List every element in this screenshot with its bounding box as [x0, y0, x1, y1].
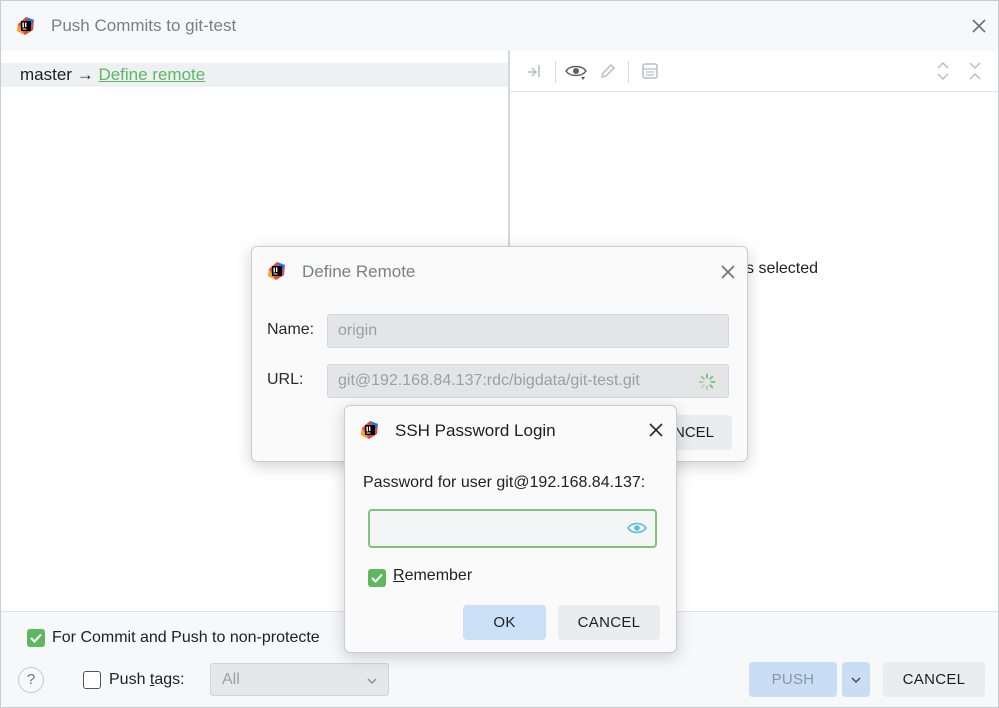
push-tags-label: Push tags:	[109, 671, 185, 688]
commits-selected-status: its selected	[738, 260, 819, 277]
edit-pencil-icon[interactable]	[598, 61, 618, 81]
branch-row[interactable]: master → Define remote	[1, 63, 509, 87]
branch-arrow: →	[76, 65, 94, 84]
close-icon[interactable]	[647, 421, 665, 439]
push-tags-checkbox[interactable]	[83, 671, 101, 689]
remember-label: Remember	[393, 567, 473, 584]
intellij-logo-icon	[267, 261, 287, 281]
remote-url-field[interactable]: git@192.168.84.137:rdc/bigdata/git-test.…	[327, 364, 729, 398]
push-options-dropdown[interactable]	[842, 662, 870, 697]
commit-details-icon[interactable]	[640, 61, 660, 81]
remember-checkbox[interactable]	[368, 569, 386, 587]
toolbar-separator	[628, 61, 629, 83]
toolbar-separator	[555, 61, 556, 83]
ssh-cancel-button[interactable]: CANCEL	[558, 605, 660, 640]
ssh-dialog-title: SSH Password Login	[395, 421, 556, 440]
close-icon[interactable]	[719, 263, 737, 281]
commit-push-label: For Commit and Push to non-protecte	[52, 629, 320, 646]
remote-name-field[interactable]: origin	[327, 314, 729, 348]
window-titlebar: Push Commits to git-test	[1, 1, 998, 51]
help-button[interactable]: ?	[18, 667, 44, 693]
define-remote-title: Define Remote	[302, 262, 416, 281]
push-tags-select[interactable]: All	[210, 663, 389, 696]
ssh-password-dialog: SSH Password Login Password for user git…	[344, 405, 677, 653]
window-title: Push Commits to git-test	[51, 16, 237, 35]
loading-spinner-icon	[698, 373, 716, 391]
intellij-logo-icon	[360, 420, 380, 440]
cancel-button[interactable]: CANCEL	[883, 662, 985, 697]
eye-icon[interactable]	[565, 61, 587, 81]
push-tags-select-value: All	[222, 671, 240, 688]
name-label: Name:	[267, 321, 315, 338]
details-toolbar	[510, 51, 998, 92]
password-prompt: Password for user git@192.168.84.137:	[363, 474, 646, 491]
commit-push-checkbox[interactable]	[27, 629, 45, 647]
define-remote-link[interactable]: Define remote	[98, 65, 205, 84]
intellij-logo-icon	[16, 16, 36, 36]
close-icon[interactable]	[970, 17, 988, 35]
chevron-down-icon	[365, 674, 379, 688]
remote-url-value: git@192.168.84.137:rdc/bigdata/git-test.…	[338, 372, 640, 389]
push-button[interactable]: PUSH	[749, 662, 837, 697]
collapse-all-icon[interactable]	[965, 61, 985, 81]
remote-name-value: origin	[338, 322, 378, 339]
collapse-arrow-icon[interactable]	[525, 61, 545, 81]
show-password-icon[interactable]	[627, 519, 647, 537]
expand-all-icon[interactable]	[933, 61, 953, 81]
chevron-down-icon	[851, 677, 861, 684]
ok-button[interactable]: OK	[463, 605, 546, 640]
url-label: URL:	[267, 371, 304, 388]
password-input[interactable]	[368, 509, 657, 548]
local-branch-name: master	[20, 65, 72, 84]
